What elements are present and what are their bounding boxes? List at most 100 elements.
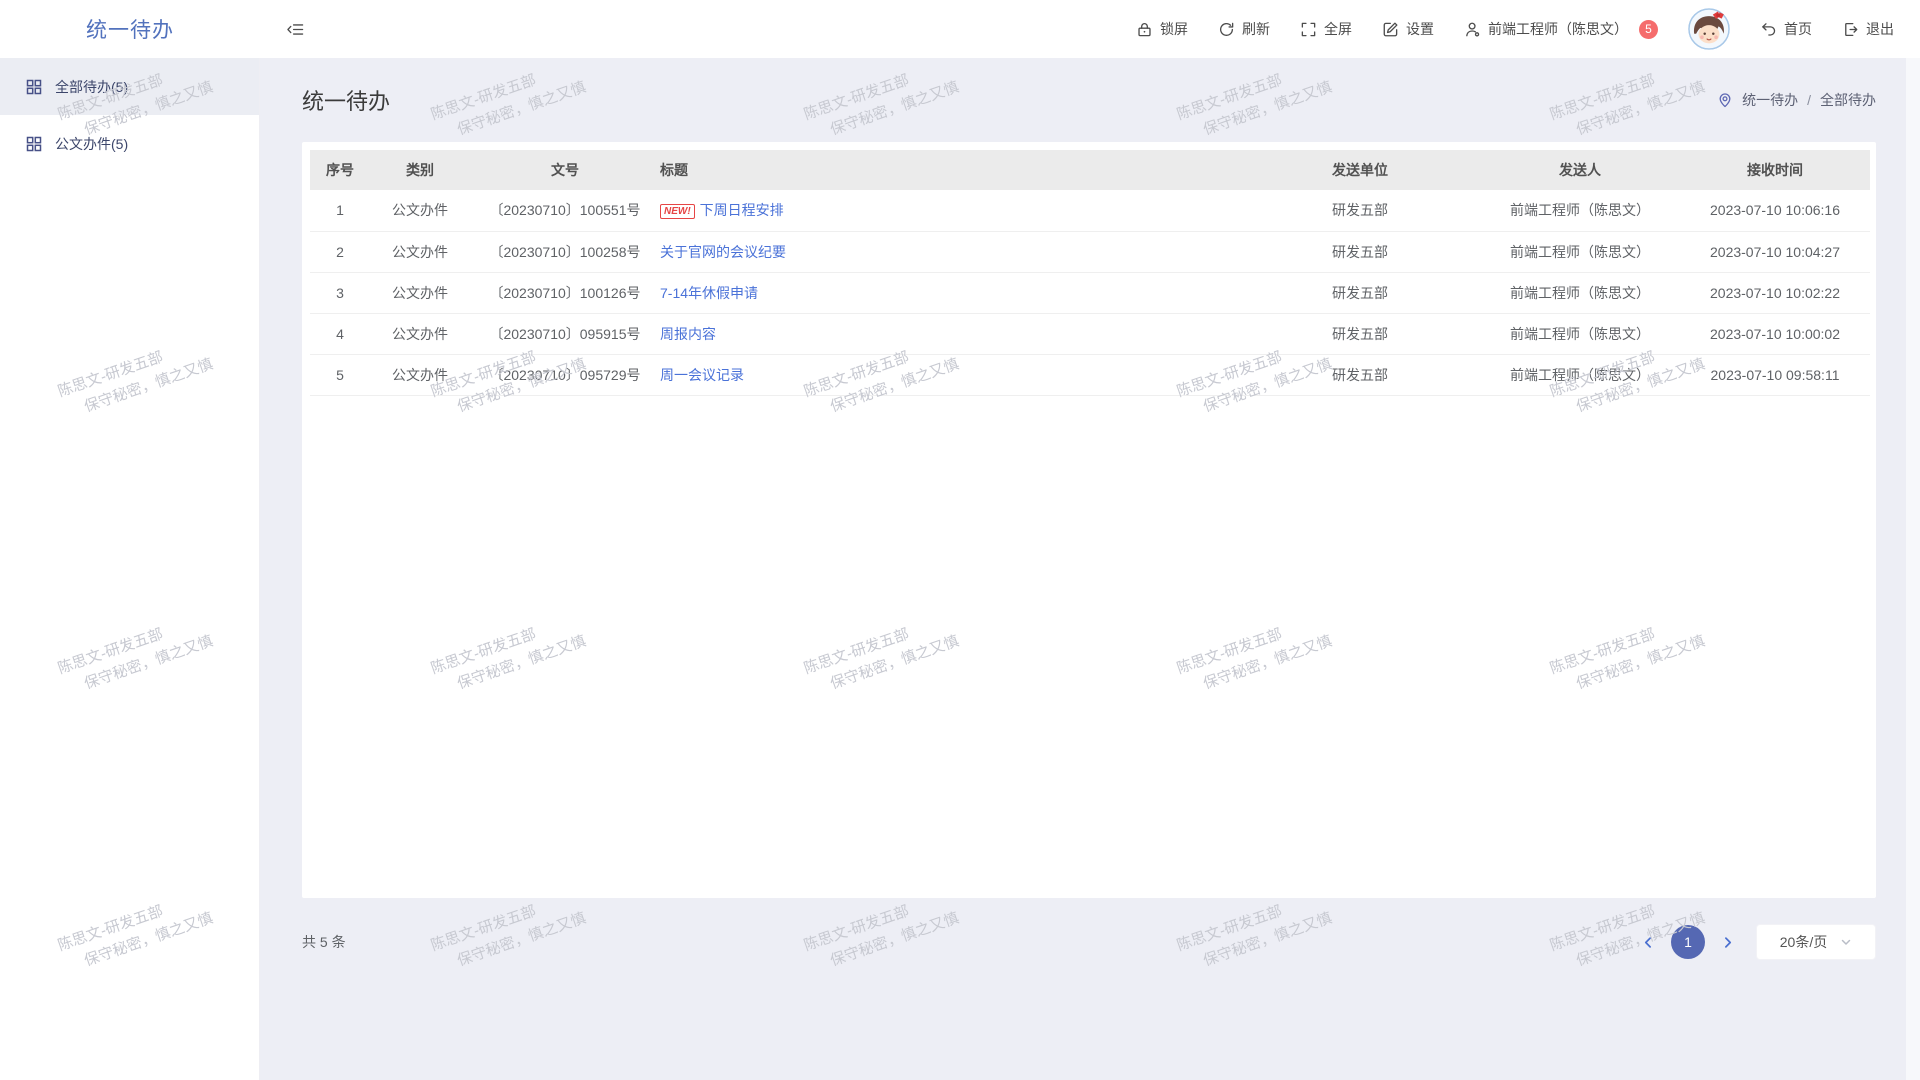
todo-count-badge: 5: [1639, 20, 1658, 39]
app-header: 统一待办 锁屏 刷新 全屏: [0, 0, 1920, 58]
table-body: 1公文办件〔20230710〕100551号NEW!下周日程安排研发五部前端工程…: [310, 190, 1870, 395]
user-icon: [1464, 21, 1481, 38]
main-content: 统一待办 统一待办 / 全部待办 序号 类别 文号 标题 发: [260, 58, 1920, 1080]
cell-unit: 研发五部: [1240, 354, 1480, 395]
edit-settings-icon: [1382, 21, 1399, 38]
refresh-icon: [1218, 21, 1235, 38]
breadcrumb: 统一待办 / 全部待办: [1717, 90, 1876, 110]
cell-category: 公文办件: [370, 190, 470, 231]
page-size-value: 20条/页: [1780, 932, 1827, 952]
location-pin-icon: [1717, 92, 1733, 108]
app-logo: 统一待办: [0, 14, 260, 44]
settings-label: 设置: [1406, 19, 1434, 39]
prev-page-button[interactable]: [1642, 936, 1655, 949]
next-page-button[interactable]: [1721, 936, 1734, 949]
col-category: 类别: [370, 150, 470, 190]
user-avatar[interactable]: [1688, 8, 1730, 50]
cell-title: 7-14年休假申请: [660, 272, 1240, 313]
fullscreen-icon: [1300, 21, 1317, 38]
user-menu[interactable]: 前端工程师（陈思文） 5: [1464, 19, 1658, 39]
fullscreen-button[interactable]: 全屏: [1300, 19, 1352, 39]
cell-index: 3: [310, 272, 370, 313]
breadcrumb-current: 全部待办: [1820, 90, 1876, 110]
cell-category: 公文办件: [370, 354, 470, 395]
cell-sender: 前端工程师（陈思文）: [1480, 190, 1680, 231]
page-number-active[interactable]: 1: [1671, 925, 1705, 959]
pagination: 1 20条/页: [1642, 924, 1876, 960]
page-size-select[interactable]: 20条/页: [1756, 924, 1876, 960]
cell-unit: 研发五部: [1240, 190, 1480, 231]
table-row: 5公文办件〔20230710〕095729号周一会议记录研发五部前端工程师（陈思…: [310, 354, 1870, 395]
cell-unit: 研发五部: [1240, 313, 1480, 354]
cell-category: 公文办件: [370, 272, 470, 313]
cell-title: 关于官网的会议纪要: [660, 231, 1240, 272]
sidebar-collapse-button[interactable]: [286, 21, 305, 38]
settings-button[interactable]: 设置: [1382, 19, 1434, 39]
cell-unit: 研发五部: [1240, 272, 1480, 313]
col-doc-no: 文号: [470, 150, 660, 190]
menu-fold-icon: [286, 21, 305, 38]
cell-title: 周报内容: [660, 313, 1240, 354]
page-header: 统一待办 统一待办 / 全部待办: [260, 58, 1920, 142]
cell-time: 2023-07-10 10:04:27: [1680, 231, 1870, 272]
home-button[interactable]: 首页: [1760, 19, 1812, 39]
cell-category: 公文办件: [370, 313, 470, 354]
cell-title: NEW!下周日程安排: [660, 190, 1240, 231]
home-label: 首页: [1784, 19, 1812, 39]
chevron-left-icon: [1642, 936, 1655, 949]
cell-sender: 前端工程师（陈思文）: [1480, 354, 1680, 395]
header-actions: 锁屏 刷新 全屏 设置 前端工程师（陈思文）: [1136, 8, 1920, 50]
cell-sender: 前端工程师（陈思文）: [1480, 231, 1680, 272]
col-time: 接收时间: [1680, 150, 1870, 190]
table-footer: 共 5 条 1 20条/页: [302, 924, 1876, 960]
logout-button[interactable]: 退出: [1842, 19, 1894, 39]
breadcrumb-root[interactable]: 统一待办: [1742, 90, 1798, 110]
col-title: 标题: [660, 150, 1240, 190]
cell-doc-no: 〔20230710〕100126号: [470, 272, 660, 313]
cell-time: 2023-07-10 10:06:16: [1680, 190, 1870, 231]
chevron-down-icon: [1840, 936, 1852, 948]
cell-doc-no: 〔20230710〕100258号: [470, 231, 660, 272]
table-row: 1公文办件〔20230710〕100551号NEW!下周日程安排研发五部前端工程…: [310, 190, 1870, 231]
cell-index: 5: [310, 354, 370, 395]
logout-label: 退出: [1866, 19, 1894, 39]
doc-title-link[interactable]: 周报内容: [660, 326, 716, 342]
doc-title-link[interactable]: 周一会议记录: [660, 367, 744, 383]
cell-category: 公文办件: [370, 231, 470, 272]
user-name-label: 前端工程师（陈思文）: [1488, 19, 1628, 39]
logout-icon: [1842, 21, 1859, 38]
cell-doc-no: 〔20230710〕100551号: [470, 190, 660, 231]
cell-doc-no: 〔20230710〕095915号: [470, 313, 660, 354]
table-header-row: 序号 类别 文号 标题 发送单位 发送人 接收时间: [310, 150, 1870, 190]
cell-index: 4: [310, 313, 370, 354]
sidebar-item-label: 公文办件(5): [55, 134, 128, 154]
refresh-button[interactable]: 刷新: [1218, 19, 1270, 39]
grid-icon: [26, 79, 42, 95]
cell-time: 2023-07-10 09:58:11: [1680, 354, 1870, 395]
table-row: 3公文办件〔20230710〕100126号7-14年休假申请研发五部前端工程师…: [310, 272, 1870, 313]
todo-table: 序号 类别 文号 标题 发送单位 发送人 接收时间 1公文办件〔20230710…: [310, 150, 1870, 396]
sidebar-item-label: 全部待办(5): [55, 77, 128, 97]
cell-unit: 研发五部: [1240, 231, 1480, 272]
sidebar-item-all-todo[interactable]: 全部待办(5): [0, 58, 259, 115]
col-sender: 发送人: [1480, 150, 1680, 190]
back-home-icon: [1760, 21, 1777, 38]
cell-title: 周一会议记录: [660, 354, 1240, 395]
lock-screen-button[interactable]: 锁屏: [1136, 19, 1188, 39]
doc-title-link[interactable]: 关于官网的会议纪要: [660, 244, 786, 260]
doc-title-link[interactable]: 下周日程安排: [700, 202, 784, 218]
lock-icon: [1136, 21, 1153, 38]
col-index: 序号: [310, 150, 370, 190]
refresh-label: 刷新: [1242, 19, 1270, 39]
page-title: 统一待办: [302, 84, 390, 116]
cell-index: 2: [310, 231, 370, 272]
doc-title-link[interactable]: 7-14年休假申请: [660, 285, 758, 301]
total-count-label: 共 5 条: [302, 932, 346, 952]
breadcrumb-separator: /: [1807, 92, 1811, 108]
table-row: 2公文办件〔20230710〕100258号关于官网的会议纪要 研发五部前端工程师…: [310, 231, 1870, 272]
cell-index: 1: [310, 190, 370, 231]
scrollbar[interactable]: [1906, 58, 1920, 1080]
fullscreen-label: 全屏: [1324, 19, 1352, 39]
sidebar-item-official-docs[interactable]: 公文办件(5): [0, 115, 259, 172]
lock-screen-label: 锁屏: [1160, 19, 1188, 39]
